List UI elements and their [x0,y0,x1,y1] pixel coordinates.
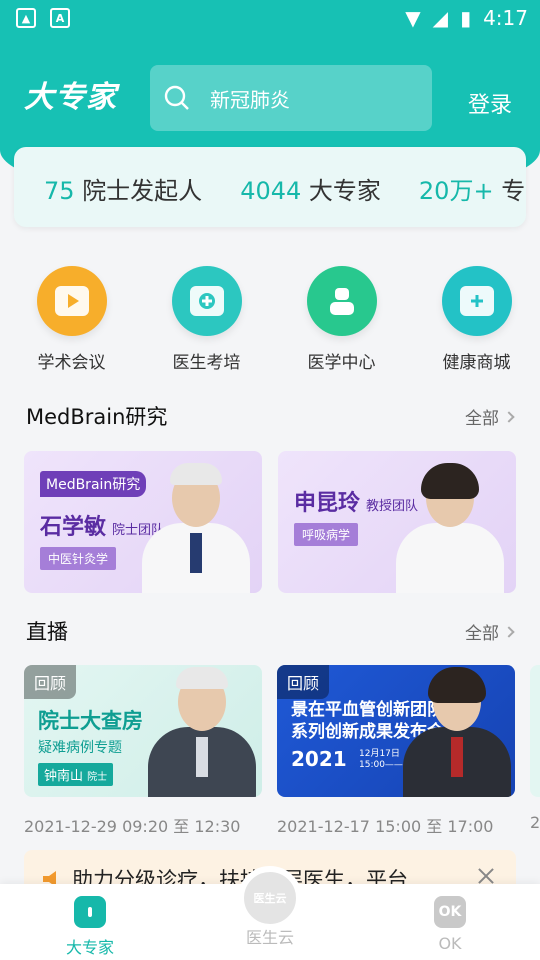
video-play-icon [36,266,107,336]
medicine-box-icon [441,266,512,336]
replay-badge: 回顾 [277,665,330,699]
ok-icon: OK [434,896,466,928]
more-label: 全部 [465,409,499,429]
chevron-right-icon [503,625,515,638]
stat-item: 4044 大专家 [240,171,381,206]
doctor-cloud-button[interactable]: 医生云 [238,866,302,930]
wifi-icon: ▼ [405,6,421,30]
tab-home[interactable]: 大专家 [30,896,150,958]
replay-badge: 回顾 [24,665,77,699]
search-placeholder: 新冠肺炎 [210,87,290,112]
live-more-link[interactable]: 全部 [465,619,515,644]
live-section-title: 直播 [26,620,68,644]
status-bar: ▲ A ▼ ◢ ▮ 4:17 [0,0,540,36]
stats-banner: 75 院士发起人 4044 大专家 20万+ 专家 [14,147,526,227]
live-card[interactable]: 回顾 院士大查房 疑难病例专题 钟南山 院士 [24,665,262,797]
quick-link-doctor-training[interactable]: 医生考培 [143,266,270,373]
live-card[interactable]: 回顾 景在平血管创新团队 系列创新成果发布会 2021 12月17日 15:00… [277,665,515,797]
medbrain-more-link[interactable]: 全部 [465,404,515,429]
medbrain-section-title: MedBrain研究 [26,405,168,429]
quick-link-health-mall[interactable]: 健康商城 [413,266,540,373]
search-bar[interactable]: 新冠肺炎 [150,65,432,131]
home-icon [74,896,106,928]
event-year: 2021 [291,747,347,771]
specialty-tag: 呼吸病学 [294,523,359,546]
live-time: 2021-12-17 15:00 至 17:00 [277,817,494,836]
stat-label: 院士发起人 [82,177,203,205]
quick-links: 学术会议 医生考培 医学中心 健康商城 [0,266,540,373]
tab-ok[interactable]: OK OK [390,896,510,953]
quick-link-label: 健康商城 [442,353,511,373]
specialty-tag: 中医针灸学 [40,547,117,570]
quick-link-academic-meeting[interactable]: 学术会议 [8,266,135,373]
speaker-title: 院士 [87,772,108,783]
quick-link-label: 医生考培 [172,353,241,373]
search-icon [164,85,189,110]
live-headline: 院士大查房 [38,709,143,733]
stat-number: 4044 [240,177,302,205]
image-notification-icon: ▲ [16,8,36,28]
stat-label: 大专家 [308,177,381,205]
quick-link-label: 学术会议 [37,353,106,373]
quick-link-label: 医学中心 [307,353,376,373]
status-time: 4:17 [483,6,528,30]
quick-link-medical-center[interactable]: 医学中心 [278,266,405,373]
signal-off-icon: ◢ [432,6,449,30]
tab-label: 大专家 [65,938,114,957]
card-badge: MedBrain研究 [40,471,147,497]
text-notification-icon: A [50,8,70,28]
battery-icon: ▮ [460,6,472,30]
stat-number: 20万+ [418,177,494,205]
doctor-photo [142,463,250,593]
close-icon[interactable] [476,866,496,886]
login-button[interactable]: 登录 [468,87,512,119]
stat-item: 75 院士发起人 [44,171,202,206]
live-card-partial[interactable] [530,665,540,797]
speaker-photo [148,667,256,797]
medbrain-card[interactable]: MedBrain研究 石学敏 院士团队 中医针灸学 [24,451,262,593]
live-time-partial: 2 [530,813,540,832]
doctor-photo [396,463,504,593]
speaker-name: 钟南山 [44,769,84,784]
more-label: 全部 [465,624,499,644]
app-logo: 大专家 [24,80,117,115]
medical-kit-icon [171,266,242,336]
live-time: 2021-12-29 09:20 至 12:30 [24,817,241,836]
stat-number: 75 [44,177,75,205]
stat-item: 20万+ 专家 [419,171,526,206]
speaker-tag: 钟南山 院士 [38,763,114,786]
doctor-icon [306,266,377,336]
live-subheadline: 疑难病例专题 [38,740,122,756]
doctor-cloud-logo: 医生云 [253,892,287,905]
chevron-right-icon [503,410,515,423]
doctor-name: 石学敏 [40,515,107,540]
speaker-photo [403,667,511,797]
medbrain-card[interactable]: 申昆玲 教授团队 呼吸病学 [278,451,516,593]
tab-label: OK [438,934,462,953]
doctor-name: 申昆玲 [294,491,361,516]
stat-label: 专家 [501,177,526,205]
